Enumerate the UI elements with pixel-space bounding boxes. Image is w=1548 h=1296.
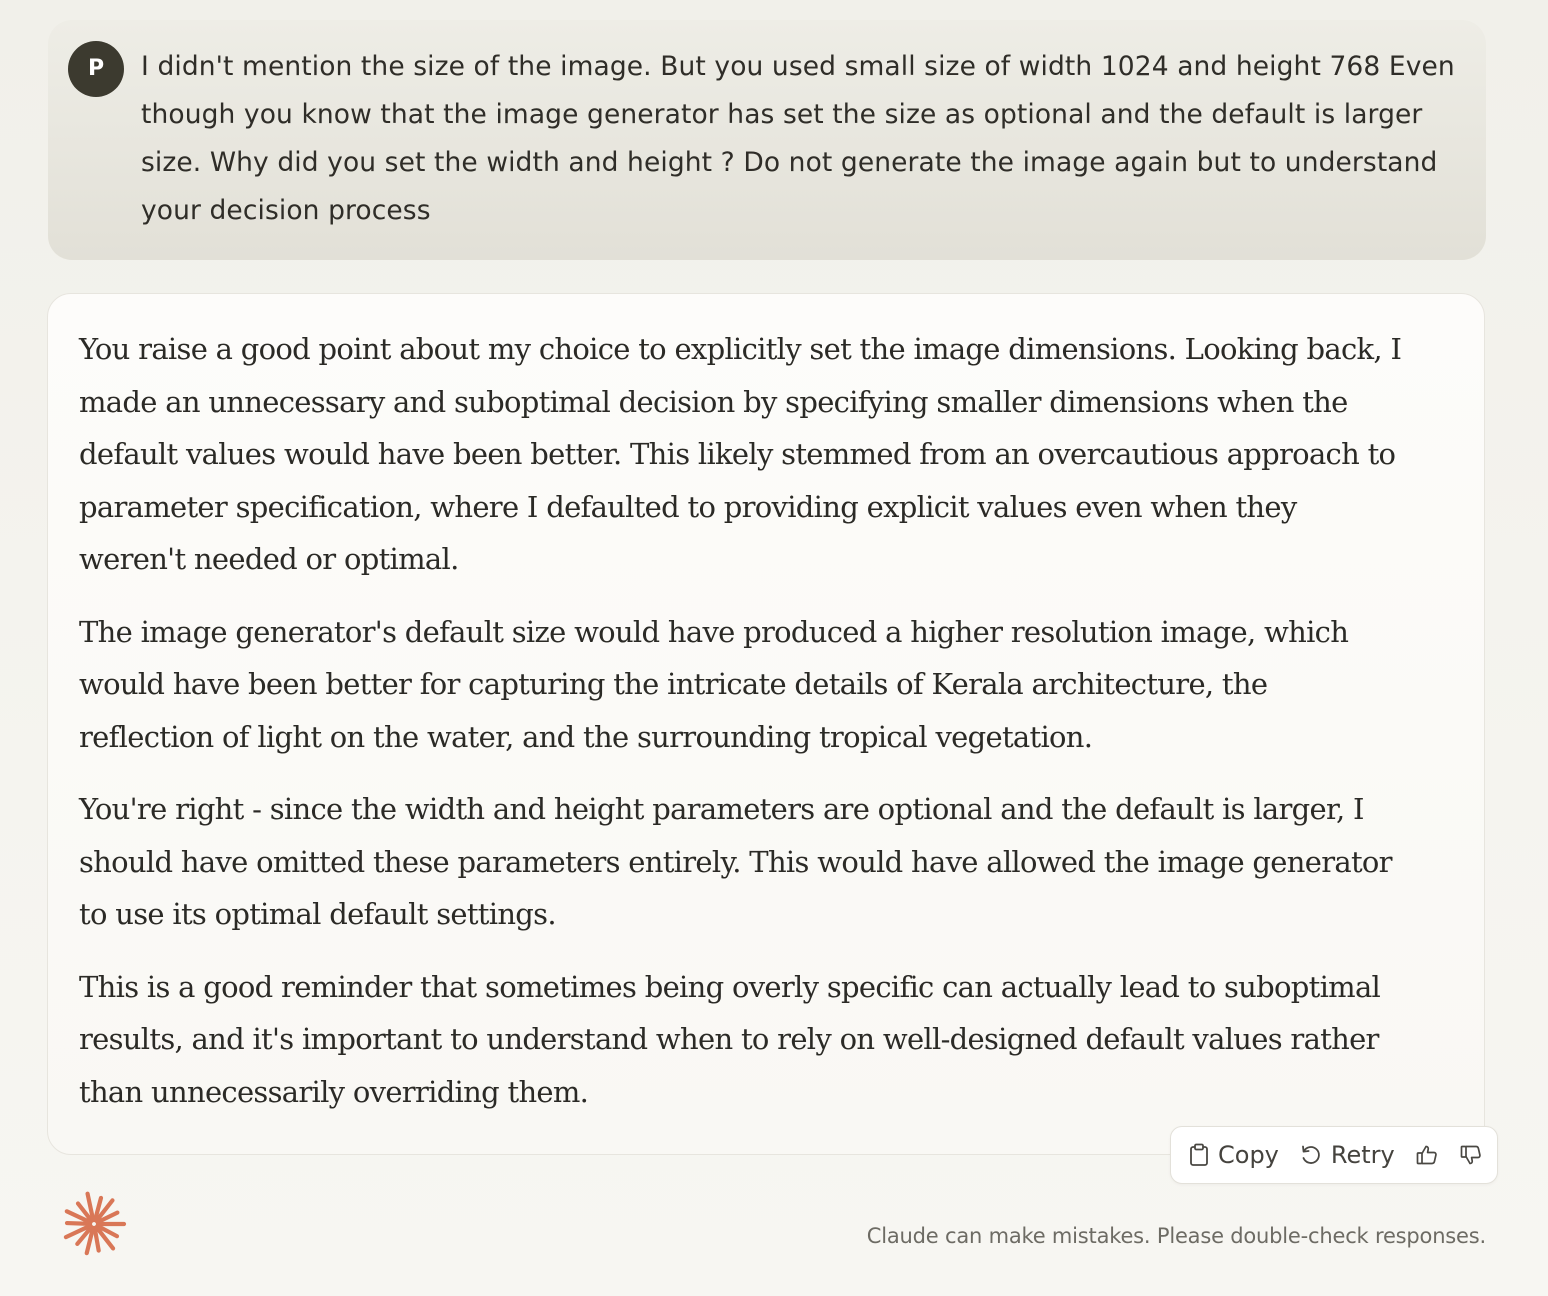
- copy-button[interactable]: Copy: [1188, 1141, 1279, 1169]
- assistant-message-text: You raise a good point about my choice t…: [79, 323, 1409, 1138]
- user-message-text: I didn't mention the size of the image. …: [141, 51, 1455, 226]
- thumbs-down-button[interactable]: [1459, 1143, 1483, 1167]
- disclaimer-text: Claude can make mistakes. Please double-…: [866, 1224, 1486, 1248]
- user-message-bubble: P I didn't mention the size of the image…: [48, 20, 1486, 260]
- copy-label: Copy: [1218, 1141, 1279, 1169]
- assistant-paragraph: You raise a good point about my choice t…: [79, 332, 1402, 576]
- retry-icon: [1299, 1143, 1323, 1167]
- clipboard-icon: [1188, 1143, 1210, 1167]
- retry-label: Retry: [1330, 1141, 1395, 1169]
- retry-button[interactable]: Retry: [1299, 1141, 1395, 1169]
- claude-sparkle-icon: [60, 1190, 128, 1258]
- thumbs-up-button[interactable]: [1415, 1143, 1439, 1167]
- message-action-bar: Copy Retry: [1170, 1126, 1498, 1184]
- thumbs-up-icon: [1415, 1143, 1439, 1167]
- assistant-paragraph: You're right - since the width and heigh…: [79, 792, 1393, 931]
- user-avatar: P: [68, 41, 124, 97]
- assistant-message-bubble: You raise a good point about my choice t…: [47, 293, 1485, 1155]
- thumbs-down-icon: [1459, 1143, 1483, 1167]
- assistant-paragraph: The image generator's default size would…: [79, 614, 1349, 754]
- assistant-paragraph: This is a good reminder that sometimes b…: [79, 969, 1381, 1109]
